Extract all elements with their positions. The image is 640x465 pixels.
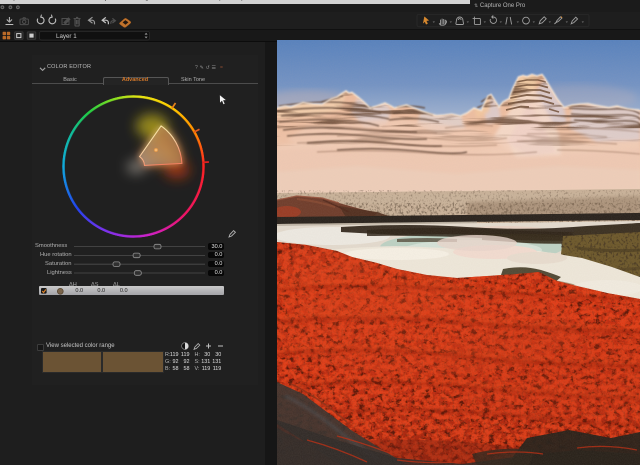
- svg-text:Layer 1: Layer 1: [56, 33, 77, 40]
